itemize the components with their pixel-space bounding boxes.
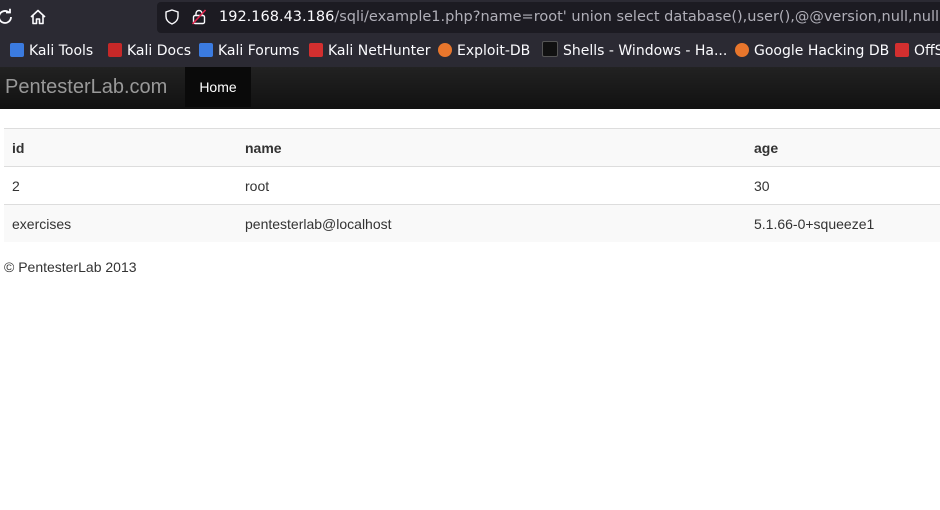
kali-tools-icon (10, 43, 24, 57)
shells-icon (542, 41, 558, 57)
bookmark-label: Kali NetHunter (328, 43, 431, 59)
url-host: 192.168.43.186 (219, 9, 335, 25)
cell-id: exercises (4, 204, 237, 242)
url-path: /sqli/example1.php?name=root' union sele… (334, 9, 940, 25)
table-row: exercises pentesterlab@localhost 5.1.66-… (4, 204, 940, 242)
bookmark-label: OffS (914, 43, 940, 59)
insecure-connection-lock-icon[interactable] (191, 9, 207, 25)
column-header-name: name (237, 128, 746, 167)
table-row: 2 root 30 (4, 166, 940, 205)
browser-toolbar: 192.168.43.186/sqli/example1.php?name=ro… (0, 0, 940, 36)
offsec-icon (895, 43, 909, 57)
bookmark-label: Shells - Windows - Ha... (563, 43, 728, 59)
site-navbar: PentesterLab.com Home (0, 67, 940, 109)
ghdb-icon (735, 43, 749, 57)
cell-id: 2 (4, 166, 237, 205)
address-bar[interactable]: 192.168.43.186/sqli/example1.php?name=ro… (157, 2, 940, 33)
kali-docs-icon (108, 43, 122, 57)
bookmark-label: Google Hacking DB (754, 43, 890, 59)
cell-name: root (237, 166, 746, 205)
page-footer: © PentesterLab 2013 (4, 259, 137, 275)
url-text[interactable]: 192.168.43.186/sqli/example1.php?name=ro… (219, 2, 940, 33)
bookmark-kali-nethunter[interactable]: Kali NetHunter (309, 36, 430, 67)
cell-age: 5.1.66-0+squeeze1 (746, 204, 940, 242)
bookmark-label: Kali Forums (218, 43, 300, 59)
reload-icon[interactable] (0, 8, 14, 26)
nav-home-link[interactable]: Home (185, 67, 251, 107)
bookmark-google-hacking-db[interactable]: Google Hacking DB (735, 36, 889, 67)
cell-name: pentesterlab@localhost (237, 204, 746, 242)
home-icon[interactable] (29, 8, 47, 26)
bookmark-kali-forums[interactable]: Kali Forums (199, 36, 299, 67)
tracking-protection-shield-icon[interactable] (165, 9, 179, 25)
bookmark-label: Kali Tools (29, 43, 94, 59)
bookmark-kali-tools[interactable]: Kali Tools (10, 36, 93, 67)
exploit-db-icon (438, 43, 452, 57)
bookmarks-bar: Kali Tools Kali Docs Kali Forums Kali Ne… (0, 36, 940, 67)
results-table: id name age 2 root 30 exercises penteste… (4, 128, 940, 242)
site-brand[interactable]: PentesterLab.com (5, 67, 167, 107)
column-header-id: id (4, 128, 237, 167)
bookmark-exploit-db[interactable]: Exploit-DB (438, 36, 530, 67)
kali-forums-icon (199, 43, 213, 57)
bookmark-kali-docs[interactable]: Kali Docs (108, 36, 191, 67)
bookmark-shells[interactable]: Shells - Windows - Ha... (542, 36, 727, 67)
column-header-age: age (746, 128, 940, 167)
kali-nethunter-icon (309, 43, 323, 57)
table-header-row: id name age (4, 128, 940, 167)
bookmark-offsec[interactable]: OffS (895, 36, 940, 67)
bookmark-label: Kali Docs (127, 43, 192, 59)
bookmark-label: Exploit-DB (457, 43, 531, 59)
cell-age: 30 (746, 166, 940, 205)
